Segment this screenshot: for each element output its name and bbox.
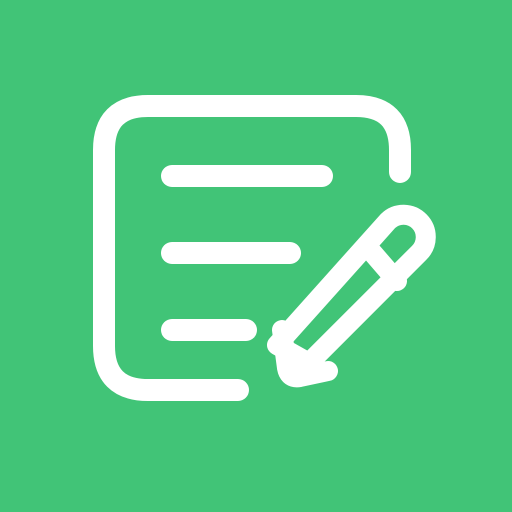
app-icon — [0, 0, 512, 512]
note-with-pencil-icon — [0, 0, 512, 512]
